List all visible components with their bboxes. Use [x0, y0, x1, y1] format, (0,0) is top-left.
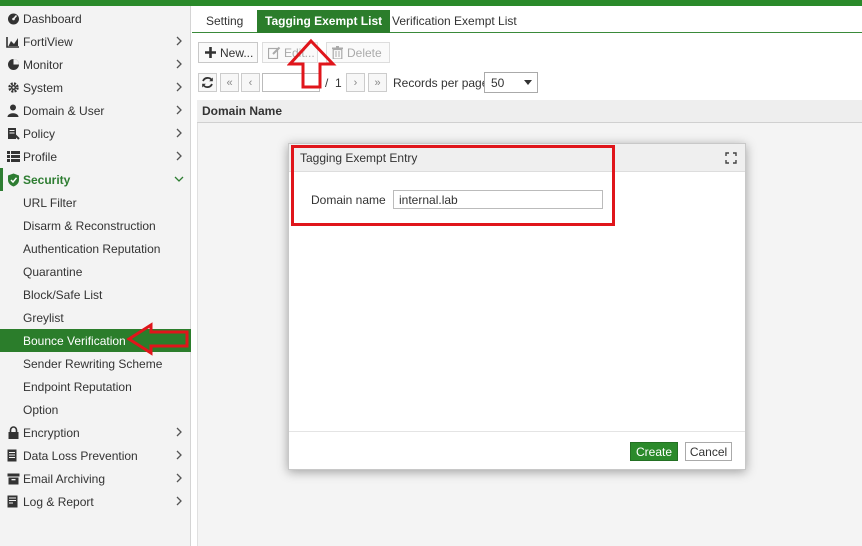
double-chevron-right-icon: »: [374, 76, 381, 89]
chevron-right-icon: [173, 471, 185, 485]
sidebar-item-email-archiving[interactable]: Email Archiving: [0, 467, 191, 490]
sidebar-item-domain-user[interactable]: Domain & User: [0, 99, 191, 122]
sidebar-item-label: System: [23, 80, 64, 95]
prev-page-button[interactable]: ‹: [241, 73, 260, 92]
sidebar-item-profile[interactable]: Profile: [0, 145, 191, 168]
sidebar-item-label: Encryption: [23, 425, 80, 440]
new-button-label: New...: [220, 45, 254, 60]
dialog-footer-divider: [289, 431, 745, 432]
sidebar: Dashboard FortiView Monitor System Domai…: [0, 6, 191, 546]
sidebar-item-disarm-reconstruction[interactable]: Disarm & Reconstruction: [0, 214, 191, 237]
sidebar-item-fortiview[interactable]: FortiView: [0, 30, 191, 53]
sidebar-item-label: Sender Rewriting Scheme: [23, 356, 163, 371]
new-button[interactable]: New...: [198, 42, 258, 63]
sidebar-item-label: Email Archiving: [23, 471, 106, 486]
tab-tagging-exempt-list[interactable]: Tagging Exempt List: [257, 10, 391, 33]
sidebar-item-dashboard[interactable]: Dashboard: [0, 7, 191, 30]
sidebar-item-label: Monitor: [23, 57, 64, 72]
chevron-left-icon: ‹: [248, 76, 253, 89]
sidebar-item-label: Disarm & Reconstruction: [23, 218, 156, 233]
sidebar-item-quarantine[interactable]: Quarantine: [0, 260, 191, 283]
sidebar-item-label: Domain & User: [23, 103, 105, 118]
cancel-button[interactable]: Cancel: [685, 442, 732, 461]
sidebar-item-label: Policy: [23, 126, 56, 141]
shield-icon: [6, 173, 20, 187]
refresh-button[interactable]: [198, 73, 217, 92]
sidebar-item-log-report[interactable]: Log & Report: [0, 490, 191, 513]
chevron-right-icon: [173, 126, 185, 140]
sidebar-item-label: Option: [23, 402, 59, 417]
chevron-right-icon: ›: [353, 76, 358, 89]
first-page-button[interactable]: «: [220, 73, 239, 92]
sidebar-item-data-loss-prevention[interactable]: Data Loss Prevention: [0, 444, 191, 467]
archive-icon: [6, 472, 20, 486]
document-icon: [6, 449, 20, 463]
annotation-arrow-left-icon: [126, 322, 189, 356]
user-icon: [6, 104, 20, 118]
refresh-icon: [201, 76, 214, 89]
maximize-icon[interactable]: [725, 152, 737, 164]
create-button[interactable]: Create: [630, 442, 678, 461]
sidebar-item-authentication-reputation[interactable]: Authentication Reputation: [0, 237, 191, 260]
plus-icon: [204, 46, 217, 59]
sidebar-item-label: Authentication Reputation: [23, 241, 161, 256]
double-chevron-left-icon: «: [226, 76, 233, 89]
sidebar-item-encryption[interactable]: Encryption: [0, 421, 191, 444]
sidebar-item-option[interactable]: Option: [0, 398, 191, 421]
sidebar-item-label: Quarantine: [23, 264, 83, 279]
caret-down-icon: [524, 80, 532, 85]
tab-bar: Setting Tagging Exempt List Verification…: [192, 6, 862, 33]
chevron-right-icon: [173, 149, 185, 163]
sidebar-item-label: Log & Report: [23, 494, 94, 509]
sidebar-item-label: Block/Safe List: [23, 287, 103, 302]
chart-icon: [6, 35, 20, 49]
delete-button-label: Delete: [347, 45, 382, 60]
sidebar-item-label: Data Loss Prevention: [23, 448, 138, 463]
records-per-page-value: 50: [491, 75, 505, 90]
chevron-right-icon: [173, 425, 185, 439]
records-per-page-label: Records per page: [393, 76, 489, 90]
sidebar-item-endpoint-reputation[interactable]: Endpoint Reputation: [0, 375, 191, 398]
lock-icon: [6, 426, 20, 440]
sidebar-item-label: Profile: [23, 149, 58, 164]
chevron-down-icon: [173, 172, 185, 186]
tab-setting[interactable]: Setting: [198, 10, 251, 33]
sidebar-item-label: Endpoint Reputation: [23, 379, 132, 394]
chevron-right-icon: [173, 80, 185, 94]
chevron-right-icon: [173, 57, 185, 71]
chevron-right-icon: [173, 494, 185, 508]
list-icon: [6, 150, 20, 164]
gear-icon: [6, 81, 20, 95]
sidebar-item-security[interactable]: Security: [0, 168, 191, 191]
sidebar-item-block-safe-list[interactable]: Block/Safe List: [0, 283, 191, 306]
sidebar-item-label: Bounce Verification: [23, 333, 126, 348]
sidebar-item-monitor[interactable]: Monitor: [0, 53, 191, 76]
sidebar-item-policy[interactable]: Policy: [0, 122, 191, 145]
chevron-right-icon: [173, 448, 185, 462]
chevron-right-icon: [173, 103, 185, 117]
sidebar-item-label: FortiView: [23, 34, 73, 49]
chevron-right-icon: [173, 34, 185, 48]
sidebar-item-label: Dashboard: [23, 11, 82, 26]
annotation-arrow-up-icon: [287, 38, 337, 89]
sidebar-item-label: Greylist: [23, 310, 64, 325]
sidebar-item-label: Security: [23, 172, 71, 187]
tab-verification-exempt-list[interactable]: Verification Exempt List: [384, 10, 525, 33]
last-page-button[interactable]: »: [368, 73, 387, 92]
column-header-domain-name[interactable]: Domain Name: [197, 100, 862, 123]
report-icon: [6, 495, 20, 509]
pie-icon: [6, 58, 20, 72]
dashboard-icon: [6, 12, 20, 26]
sidebar-item-url-filter[interactable]: URL Filter: [0, 191, 191, 214]
annotation-highlight-box: [291, 145, 615, 226]
sidebar-item-system[interactable]: System: [0, 76, 191, 99]
policy-icon: [6, 127, 20, 141]
next-page-button[interactable]: ›: [346, 73, 365, 92]
sidebar-item-label: URL Filter: [23, 195, 77, 210]
records-per-page-select[interactable]: 50: [484, 72, 538, 93]
edit-icon: [268, 46, 281, 59]
